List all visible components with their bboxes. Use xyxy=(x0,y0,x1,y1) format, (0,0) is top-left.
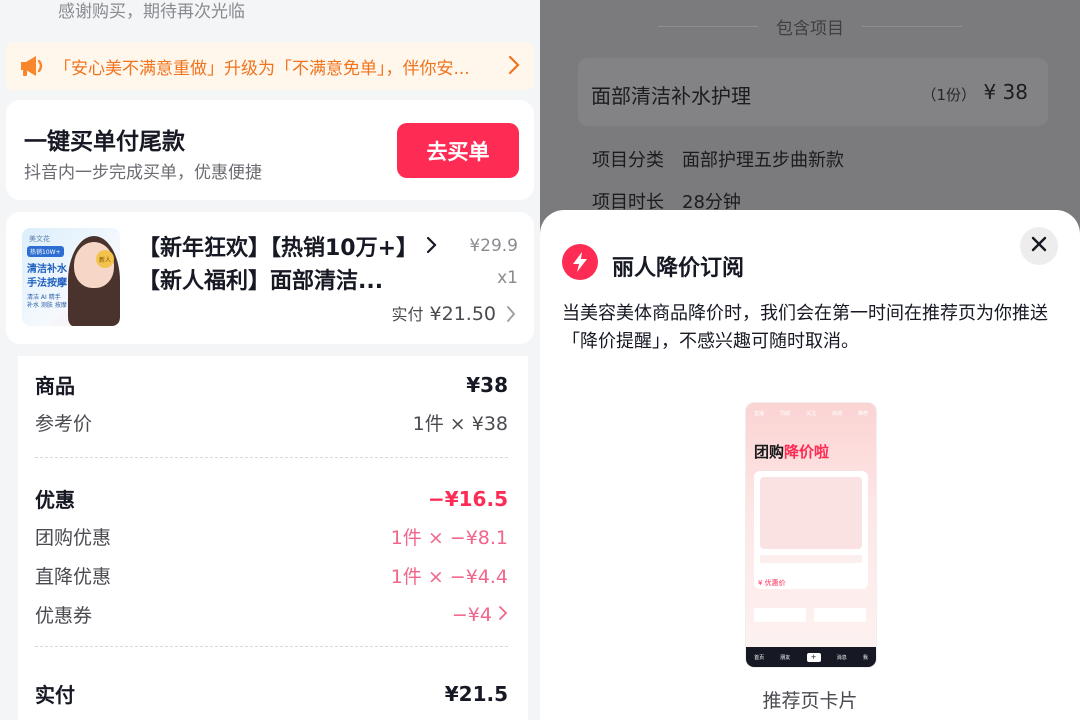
preview-text-placeholder xyxy=(760,555,862,563)
preview-nav-item: 我 xyxy=(862,654,868,661)
product-card[interactable]: 美文花 热销10W+ 清洁补水 手法按摩 新人 清洁 AI 精手 补水 测肤 按… xyxy=(6,212,534,344)
dashed-divider xyxy=(35,646,508,647)
sheet-title: 丽人降价订阅 xyxy=(612,256,745,281)
subscription-panel: 包含项目 面部清洁补水护理 （1份） ¥ 38 项目分类 面部护理五步曲新款 项目… xyxy=(540,0,1080,720)
notice-text: 「安心美不满意重做」升级为「不满意免单」，伴你安... xyxy=(54,58,470,79)
coupon-label: 优惠券 xyxy=(35,605,93,627)
lightning-icon xyxy=(562,244,598,280)
sheet-description: 当美容美体商品降价时，我们会在第一时间在推荐页为你推送「降价提醒」，不感兴趣可随… xyxy=(562,303,1048,352)
preview-nav-item: 朋友 xyxy=(780,654,791,661)
go-pay-button[interactable]: 去买单 xyxy=(397,123,519,178)
actual-paid-value: ¥21.5 xyxy=(444,681,508,706)
preview-heading-highlight: 降价啦 xyxy=(784,443,830,461)
close-icon xyxy=(1031,236,1047,256)
thumb-line1: 清洁补水 xyxy=(27,264,67,275)
included-items-title: 包含项目 xyxy=(776,19,844,39)
close-button[interactable] xyxy=(1020,227,1058,265)
coupon-row[interactable]: 优惠券 −¥4 xyxy=(35,601,508,628)
direct-discount-label: 直降优惠 xyxy=(35,566,112,588)
thumb-line2: 手法按摩 xyxy=(27,278,67,289)
paid-value: ¥21.50 xyxy=(429,303,496,325)
recommend-card-preview: 直播 同城 关注 商城 推荐 团购降价啦 ¥ 优惠价 首页 朋友 + 消息 我 xyxy=(746,403,876,667)
reference-price-label: 参考价 xyxy=(35,413,93,435)
goods-row: 商品 ¥38 xyxy=(35,370,508,399)
original-price: ¥29.9 xyxy=(469,236,518,256)
thumb-badge: 热销10W+ xyxy=(27,246,64,257)
preview-tab: 关注 xyxy=(805,410,816,417)
megaphone-icon xyxy=(18,51,48,81)
item-category-row: 项目分类 面部护理五步曲新款 xyxy=(592,146,844,172)
item-category-key: 项目分类 xyxy=(592,150,664,171)
discount-label: 优惠 xyxy=(35,488,75,512)
product-name-line1[interactable]: 【新年狂欢】【热销10万+】 xyxy=(138,230,438,262)
order-detail-panel: 感谢购买，期待再次光临 「安心美不满意重做」升级为「不满意免单」，伴你安... … xyxy=(0,0,540,720)
reference-price-row: 参考价 1件 × ¥38 xyxy=(35,409,508,436)
thumb-chips: 清洁 AI 精手 补水 测肤 按摩 xyxy=(27,294,67,309)
chevron-right-icon[interactable] xyxy=(506,305,516,327)
divider-line xyxy=(658,26,758,27)
group-discount-label: 团购优惠 xyxy=(35,527,112,549)
thanks-text: 感谢购买，期待再次光临 xyxy=(58,2,245,22)
preview-nav-item: 消息 xyxy=(836,654,847,661)
preview-plus-icon: + xyxy=(806,652,821,662)
item-name: 面部清洁补水护理 xyxy=(591,84,751,108)
price-drop-subscription-sheet: 丽人降价订阅 当美容美体商品降价时，我们会在第一时间在推荐页为你推送「降价提醒」… xyxy=(540,210,1080,720)
preview-caption: 推荐页卡片 xyxy=(762,690,858,712)
included-items-header: 包含项目 xyxy=(540,14,1080,39)
group-discount-value: 1件 × −¥8.1 xyxy=(390,527,508,549)
direct-discount-row: 直降优惠 1件 × −¥4.4 xyxy=(35,562,508,589)
preview-button-placeholder xyxy=(754,608,806,622)
thumb-brand: 美文花 xyxy=(29,235,50,243)
product-quantity: x1 xyxy=(497,268,518,288)
preview-tab: 直播 xyxy=(753,410,764,417)
divider-line xyxy=(862,26,962,27)
goods-value: ¥38 xyxy=(466,372,508,397)
group-discount-row: 团购优惠 1件 × −¥8.1 xyxy=(35,523,508,550)
goods-label: 商品 xyxy=(35,374,75,398)
discount-value: −¥16.5 xyxy=(427,486,508,511)
preview-button-placeholder xyxy=(814,608,866,622)
product-name-line1-text: 【新年狂欢】【热销10万+】 xyxy=(138,236,419,261)
thumb-new-tag: 新人 xyxy=(96,250,114,268)
direct-discount-value: 1件 × −¥4.4 xyxy=(390,566,508,588)
guarantee-notice-banner[interactable]: 「安心美不满意重做」升级为「不满意免单」，伴你安... xyxy=(6,42,534,90)
preview-top-tabs: 直播 同城 关注 商城 推荐 xyxy=(746,403,876,423)
price-detail-card: 商品 ¥38 参考价 1件 × ¥38 优惠 −¥16.5 团购优惠 1件 × … xyxy=(18,356,528,720)
chevron-right-icon xyxy=(498,604,508,626)
preview-nav-item: 首页 xyxy=(754,654,765,661)
actual-paid-label: 实付 xyxy=(35,683,75,707)
preview-bottom-nav: 首页 朋友 + 消息 我 xyxy=(746,647,876,667)
product-name-line2[interactable]: 【新人福利】面部清洁... xyxy=(138,263,383,295)
pay-card-subtitle: 抖音内一步完成买单，优惠便捷 xyxy=(24,163,262,183)
preview-tab: 同城 xyxy=(779,410,790,417)
preview-heading-normal: 团购 xyxy=(754,443,785,461)
pay-card-title: 一键买单付尾款 xyxy=(24,129,185,155)
pay-balance-card: 一键买单付尾款 抖音内一步完成买单，优惠便捷 去买单 xyxy=(6,100,534,200)
preview-tab: 商城 xyxy=(831,410,842,417)
preview-tab: 推荐 xyxy=(857,410,868,417)
included-item-card: 面部清洁补水护理 （1份） ¥ 38 xyxy=(578,58,1048,126)
dashed-divider xyxy=(35,457,508,458)
reference-price-value: 1件 × ¥38 xyxy=(412,413,508,435)
item-count: （1份） xyxy=(921,86,976,104)
preview-product-image xyxy=(760,477,862,549)
preview-price-label: ¥ 优惠价 xyxy=(758,579,786,587)
coupon-value: −¥4 xyxy=(451,603,492,626)
paid-label: 实付 xyxy=(391,305,424,324)
item-price: ¥ 38 xyxy=(983,80,1028,104)
preview-heading: 团购降价啦 xyxy=(754,441,829,462)
discount-row: 优惠 −¥16.5 xyxy=(35,484,508,513)
coupon-value-wrap: −¥4 xyxy=(452,604,508,626)
item-category-value: 面部护理五步曲新款 xyxy=(682,150,844,171)
actual-paid-row: 实付 ¥21.5 xyxy=(35,679,508,708)
product-thumbnail[interactable]: 美文花 热销10W+ 清洁补水 手法按摩 新人 清洁 AI 精手 补水 测肤 按… xyxy=(22,228,120,326)
chevron-right-icon xyxy=(426,236,438,261)
paid-amount[interactable]: 实付 ¥21.50 xyxy=(391,301,496,325)
chevron-right-icon xyxy=(508,54,520,80)
